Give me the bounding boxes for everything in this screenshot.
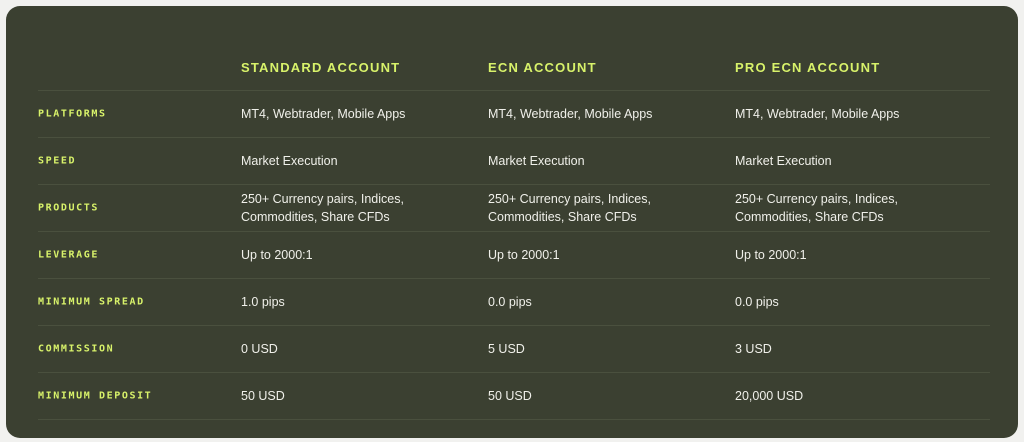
table-cell: 0 USD bbox=[241, 342, 278, 356]
table-cell: 250+ Currency pairs, Indices, Commoditie… bbox=[241, 192, 404, 224]
table-cell: 0.0 pips bbox=[735, 295, 779, 309]
table-cell: 1.0 pips bbox=[241, 295, 285, 309]
table-row-platforms: PLATFORMS MT4, Webtrader, Mobile Apps MT… bbox=[38, 90, 990, 138]
table-row-minimum-deposit: MINIMUM DEPOSIT 50 USD 50 USD 20,000 USD bbox=[38, 373, 990, 420]
row-label: PRODUCTS bbox=[38, 202, 99, 214]
table-header: STANDARD ACCOUNT ECN ACCOUNT PRO ECN ACC… bbox=[38, 44, 990, 90]
table-cell: 20,000 USD bbox=[735, 389, 804, 403]
table-row-minimum-spread: MINIMUM SPREAD 1.0 pips 0.0 pips 0.0 pip… bbox=[38, 279, 990, 326]
row-label: PLATFORMS bbox=[38, 108, 107, 120]
table-cell: 250+ Currency pairs, Indices, Commoditie… bbox=[735, 192, 898, 224]
table-cell: 50 USD bbox=[488, 389, 532, 403]
row-label: SPEED bbox=[38, 155, 77, 167]
table-cell: Market Execution bbox=[735, 154, 832, 168]
table-cell: 3 USD bbox=[735, 342, 772, 356]
table-cell: MT4, Webtrader, Mobile Apps bbox=[241, 107, 406, 121]
table-cell: MT4, Webtrader, Mobile Apps bbox=[735, 107, 900, 121]
table-row-leverage: LEVERAGE Up to 2000:1 Up to 2000:1 Up to… bbox=[38, 232, 990, 279]
table-row-speed: SPEED Market Execution Market Execution … bbox=[38, 138, 990, 185]
table-cell: 50 USD bbox=[241, 389, 285, 403]
column-header-ecn-account: ECN ACCOUNT bbox=[488, 60, 597, 75]
table-cell: Up to 2000:1 bbox=[241, 248, 313, 262]
row-label: MINIMUM SPREAD bbox=[38, 296, 145, 308]
column-header-standard-account: STANDARD ACCOUNT bbox=[241, 60, 401, 75]
account-comparison-panel: STANDARD ACCOUNT ECN ACCOUNT PRO ECN ACC… bbox=[6, 6, 1018, 438]
table-cell: 5 USD bbox=[488, 342, 525, 356]
table-cell: 250+ Currency pairs, Indices, Commoditie… bbox=[488, 192, 651, 224]
table-cell: Market Execution bbox=[241, 154, 338, 168]
table-row-products: PRODUCTS 250+ Currency pairs, Indices, C… bbox=[38, 185, 990, 232]
column-header-pro-ecn-account: PRO ECN ACCOUNT bbox=[735, 60, 881, 75]
table-cell: Up to 2000:1 bbox=[735, 248, 807, 262]
table-cell: Up to 2000:1 bbox=[488, 248, 560, 262]
account-comparison-table: STANDARD ACCOUNT ECN ACCOUNT PRO ECN ACC… bbox=[38, 44, 990, 420]
table-row-commission: COMMISSION 0 USD 5 USD 3 USD bbox=[38, 326, 990, 373]
table-cell: 0.0 pips bbox=[488, 295, 532, 309]
table-cell: Market Execution bbox=[488, 154, 585, 168]
row-label: MINIMUM DEPOSIT bbox=[38, 390, 153, 402]
row-label: COMMISSION bbox=[38, 343, 115, 355]
table-cell: MT4, Webtrader, Mobile Apps bbox=[488, 107, 653, 121]
row-label: LEVERAGE bbox=[38, 249, 99, 261]
